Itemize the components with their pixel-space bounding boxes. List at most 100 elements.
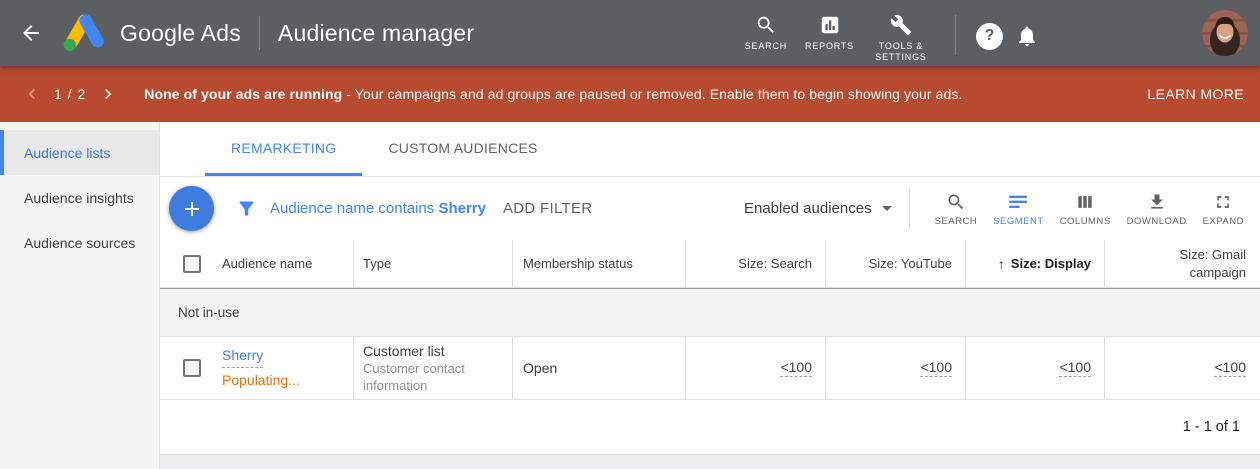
search-nav-label: SEARCH: [745, 41, 787, 52]
header-size-youtube: Size: YouTube: [826, 240, 966, 287]
view-selector-label: Enabled audiences: [744, 200, 872, 217]
topbar-divider: [259, 16, 260, 50]
help-icon[interactable]: ?: [976, 23, 1003, 50]
cell-size-search: <100: [686, 337, 826, 399]
banner-message-rest: - Your campaigns and ad groups are pause…: [342, 86, 962, 102]
user-avatar[interactable]: [1202, 10, 1248, 56]
name-stack: Sherry Populating...: [222, 345, 300, 391]
audience-name-link[interactable]: Sherry: [222, 345, 263, 368]
table-search-button[interactable]: SEARCH: [927, 191, 986, 227]
product-name: Google Ads: [120, 20, 241, 47]
toolbar: Audience name contains Sherry ADD FILTER…: [160, 177, 1260, 240]
header-size-gmail: Size: Gmail campaign: [1105, 240, 1260, 287]
header-size-search: Size: Search: [686, 240, 826, 287]
columns-label: COLUMNS: [1060, 216, 1111, 227]
expand-label: EXPAND: [1203, 216, 1244, 227]
cell-size-display: <100: [966, 337, 1105, 399]
cell-membership-status: Open: [513, 337, 686, 399]
download-button[interactable]: DOWNLOAD: [1119, 191, 1195, 227]
size-youtube-value[interactable]: <100: [920, 359, 952, 377]
expand-icon: [1213, 191, 1233, 213]
row-checkbox[interactable]: [183, 359, 201, 377]
search-nav-button[interactable]: SEARCH: [745, 13, 787, 52]
topbar-divider: [955, 15, 956, 55]
banner-previous-icon[interactable]: [22, 84, 42, 104]
cell-type: Customer list Customer contact informati…: [354, 337, 513, 399]
select-all-checkbox[interactable]: [183, 255, 201, 273]
cell-size-youtube: <100: [826, 337, 966, 399]
size-search-value[interactable]: <100: [780, 359, 812, 377]
tab-remarketing[interactable]: REMARKETING: [205, 122, 362, 176]
column-label[interactable]: Size: Gmail campaign: [1145, 246, 1246, 281]
sidebar-item-audience-insights[interactable]: Audience insights: [0, 175, 159, 220]
sidebar-item-audience-sources[interactable]: Audience sources: [0, 220, 159, 265]
search-icon: [946, 191, 966, 213]
download-label: DOWNLOAD: [1127, 216, 1187, 227]
reports-icon: [819, 13, 841, 37]
google-ads-app: Google Ads Audience manager SEARCH: [0, 0, 1260, 469]
search-icon: [755, 13, 777, 37]
sidebar: Audience lists Audience insights Audienc…: [0, 122, 160, 469]
top-app-bar: Google Ads Audience manager SEARCH: [0, 0, 1260, 66]
pagination-label: 1 - 1 of 1: [1183, 419, 1240, 435]
learn-more-link[interactable]: LEARN MORE: [1147, 86, 1244, 102]
cell-size-gmail: <100: [1105, 337, 1260, 399]
filter-funnel-icon[interactable]: [236, 198, 257, 219]
column-label[interactable]: Size: YouTube: [869, 256, 952, 271]
topbar-right: SEARCH REPORTS TOOLS & SETTINGS: [736, 0, 1260, 66]
chevron-down-icon: [882, 206, 892, 211]
populating-status: Populating...: [222, 370, 300, 391]
notifications-bell-icon[interactable]: [1015, 24, 1039, 48]
banner-message: None of your ads are running - Your camp…: [144, 86, 962, 102]
size-gmail-value[interactable]: <100: [1214, 359, 1246, 377]
filter-value: Sherry: [438, 200, 486, 217]
topbar-utility-group: ?: [972, 13, 1260, 56]
type-primary: Customer list: [363, 343, 494, 360]
banner-pager: 1 / 2: [54, 86, 86, 102]
tools-settings-nav-label: TOOLS & SETTINGS: [872, 41, 930, 64]
group-row-not-in-use: Not in-use: [160, 288, 1260, 337]
filter-prefix: Audience name contains: [270, 200, 438, 217]
membership-status-value: Open: [523, 360, 557, 376]
banner-message-bold: None of your ads are running: [144, 86, 342, 102]
main-panel: REMARKETING CUSTOM AUDIENCES Audience na…: [160, 122, 1260, 469]
notification-banner: 1 / 2 None of your ads are running - You…: [0, 66, 1260, 122]
table-row: Sherry Populating... Customer list Custo…: [160, 337, 1260, 400]
column-label[interactable]: Size: Search: [738, 256, 812, 271]
active-filter-chip[interactable]: Audience name contains Sherry: [270, 200, 486, 217]
column-label[interactable]: Membership status: [523, 256, 633, 271]
column-label[interactable]: Audience name: [222, 256, 312, 271]
tab-custom-audiences[interactable]: CUSTOM AUDIENCES: [362, 122, 563, 176]
sidebar-item-audience-lists[interactable]: Audience lists: [0, 130, 159, 175]
add-audience-button[interactable]: [169, 186, 214, 231]
add-filter-button[interactable]: ADD FILTER: [503, 200, 592, 217]
banner-next-icon[interactable]: [98, 84, 118, 104]
cell-audience-name: Sherry Populating...: [160, 337, 354, 399]
page-title: Audience manager: [278, 20, 474, 47]
sidebar-item-label: Audience insights: [24, 190, 134, 206]
sorted-column[interactable]: ↑ Size: Display: [998, 256, 1091, 272]
expand-button[interactable]: EXPAND: [1195, 191, 1252, 227]
group-label: Not in-use: [178, 305, 240, 320]
segment-icon: [1007, 191, 1029, 213]
columns-button[interactable]: COLUMNS: [1052, 191, 1119, 227]
reports-nav-label: REPORTS: [805, 41, 854, 52]
column-label[interactable]: Type: [363, 256, 391, 271]
download-icon: [1147, 191, 1167, 213]
google-ads-logo-icon[interactable]: [62, 13, 108, 53]
columns-icon: [1075, 191, 1095, 213]
page-background: [160, 455, 1260, 469]
topbar-left: Google Ads Audience manager: [0, 13, 474, 53]
sort-ascending-icon: ↑: [998, 256, 1005, 272]
tab-bar: REMARKETING CUSTOM AUDIENCES: [160, 122, 1260, 177]
plus-icon: [180, 197, 204, 221]
content-area: Audience lists Audience insights Audienc…: [0, 122, 1260, 469]
back-arrow-icon[interactable]: [18, 20, 44, 46]
table-header-row: Audience name Type Membership status Siz…: [160, 240, 1260, 288]
header-audience-name: Audience name: [160, 240, 354, 287]
size-display-value[interactable]: <100: [1059, 359, 1091, 377]
segment-button[interactable]: SEGMENT: [985, 191, 1051, 227]
audience-view-selector[interactable]: Enabled audiences: [744, 200, 892, 217]
reports-nav-button[interactable]: REPORTS: [805, 13, 854, 52]
tools-settings-nav-button[interactable]: TOOLS & SETTINGS: [872, 13, 930, 64]
